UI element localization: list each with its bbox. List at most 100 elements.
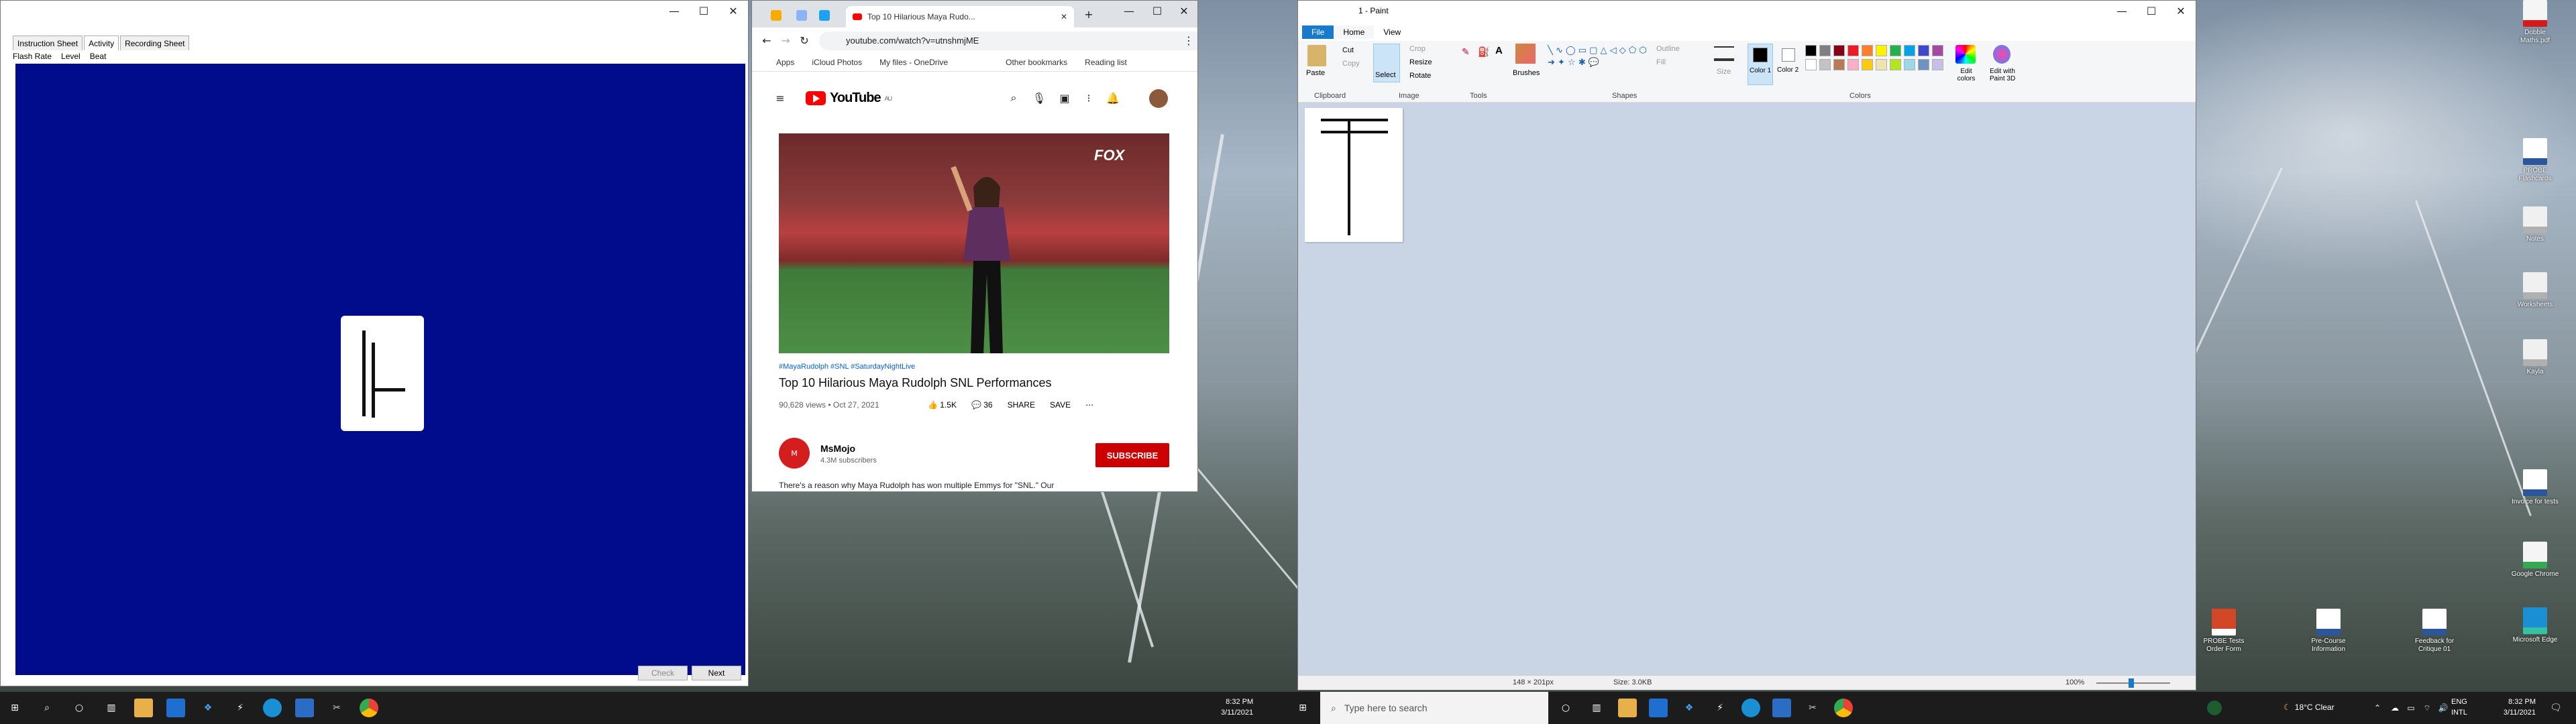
tab-activity[interactable]: Activity (84, 36, 119, 50)
menu-beat[interactable]: Beat (90, 52, 107, 61)
fill-bucket-icon[interactable]: ⛽ (1478, 46, 1489, 58)
tab-home[interactable]: Home (1334, 25, 1375, 39)
channel-avatar[interactable]: M (779, 438, 810, 469)
color-swatch[interactable] (1876, 45, 1887, 56)
video-player[interactable]: FOX (779, 133, 1169, 353)
desktop-icon[interactable]: Kayla (2509, 339, 2561, 376)
cut-button[interactable]: Cut (1342, 46, 1354, 54)
maximize-icon[interactable]: ☐ (1142, 1, 1172, 21)
copy-button[interactable]: Copy (1342, 60, 1360, 68)
brushes-button[interactable]: Brushes (1513, 69, 1540, 77)
avatar[interactable] (1149, 89, 1168, 108)
dropbox-icon[interactable]: ❖ (199, 699, 217, 717)
youtube-logo[interactable]: YouTube AU (806, 90, 892, 106)
share-button[interactable]: SHARE (1008, 400, 1035, 410)
menu-level[interactable]: Level (61, 52, 80, 61)
desktop-icon[interactable]: Feedback for Critique 01 (2408, 609, 2461, 654)
resize-button[interactable]: Resize (1409, 58, 1432, 66)
taskbar-search[interactable]: ⌕ Type here to search (1320, 692, 1548, 724)
clock-right[interactable]: 8:32 PM 3/11/2021 (2482, 697, 2536, 718)
mail-icon[interactable] (1649, 699, 1668, 717)
zoom-slider[interactable] (2096, 678, 2170, 688)
close-tab-icon[interactable]: ✕ (1061, 12, 1067, 21)
desktop-icon[interactable]: Google Chrome (2509, 542, 2561, 579)
tab-recording-sheet[interactable]: Recording Sheet (120, 36, 190, 50)
chrome-icon[interactable] (1834, 699, 1853, 717)
check-button[interactable]: Check (638, 666, 688, 680)
clock-left[interactable]: 8:32 PM 3/11/2021 (1221, 697, 1253, 718)
snipping-icon[interactable]: ✂ (327, 699, 346, 717)
shapes-gallery[interactable]: ╲ ∿ ◯ ▭ ▢ △ ◁ ◇ ⬠ ⬡ ➜ ✦ ☆ ✱ 💬 (1548, 45, 1655, 82)
color-swatch[interactable] (1847, 45, 1859, 56)
color-swatch[interactable] (1932, 59, 1943, 70)
paint3d-icon[interactable] (1993, 45, 2010, 64)
zoom-slider-thumb[interactable] (2129, 678, 2134, 688)
desktop-icon[interactable]: PROBE Tests Order Form (2198, 609, 2250, 654)
notifications-icon[interactable]: 🗨 (2546, 699, 2565, 717)
color-swatch[interactable] (1904, 45, 1915, 56)
edge-icon[interactable] (263, 699, 282, 717)
color-swatch[interactable] (1876, 59, 1887, 70)
minimize-icon[interactable]: — (659, 1, 689, 21)
bookmark-onedrive[interactable]: My files - OneDrive (879, 58, 948, 67)
outline-dropdown[interactable]: Outline (1656, 45, 1680, 53)
cortana-icon[interactable]: ○ (1556, 699, 1575, 717)
snipping-icon[interactable]: ✂ (1803, 699, 1822, 717)
rotate-button[interactable]: Rotate (1409, 72, 1431, 80)
start-icon-2[interactable]: ⊞ (1293, 699, 1312, 717)
color-swatch[interactable] (1805, 59, 1817, 70)
new-tab-icon[interactable]: + (1081, 6, 1097, 22)
file-explorer-icon[interactable] (1618, 699, 1637, 717)
color-swatch[interactable] (1833, 59, 1845, 70)
size-icon[interactable] (1714, 46, 1734, 61)
weather-widget[interactable]: ☾ 18°C Clear (2284, 703, 2334, 712)
desktop-icon[interactable]: Worksheets (2509, 272, 2561, 309)
desktop-icon[interactable]: Pre-Course Information (2302, 609, 2355, 654)
tab-favicon-icon[interactable] (796, 10, 807, 21)
text-tool-icon[interactable]: A (1495, 45, 1503, 56)
show-hidden-icon[interactable]: ⌃ (2368, 699, 2387, 717)
paint-canvas[interactable] (1305, 108, 1403, 242)
address-bar[interactable]: youtube.com/watch?v=utnshmjME (819, 32, 1197, 50)
tab-file[interactable]: File (1302, 25, 1334, 39)
color-swatch[interactable] (1904, 59, 1915, 70)
bookmark-other[interactable]: Other bookmarks (1006, 58, 1067, 67)
maximize-icon[interactable]: ☐ (689, 1, 718, 21)
tab-instruction-sheet[interactable]: Instruction Sheet (13, 36, 83, 50)
brushes-icon[interactable] (1515, 44, 1536, 64)
bookmark-icloud-photos[interactable]: iCloud Photos (812, 58, 862, 67)
dropbox-icon[interactable]: ❖ (1680, 699, 1699, 717)
desktop-icon[interactable]: Dobble Maths.pdf (2509, 0, 2561, 45)
channel-name[interactable]: MsMojo (820, 443, 855, 454)
color-swatch[interactable] (1918, 59, 1929, 70)
desktop-icon[interactable]: PROBE Flashcards (2509, 138, 2561, 183)
desktop-icon[interactable]: Notes (2509, 206, 2561, 243)
bookmark-apps[interactable]: Apps (776, 58, 794, 67)
tab-youtube[interactable]: Top 10 Hilarious Maya Rudo... ✕ (846, 6, 1074, 27)
paint3d-button[interactable]: Edit with Paint 3D (1982, 68, 2023, 82)
color-swatch[interactable] (1819, 45, 1831, 56)
maximize-icon[interactable]: ☐ (2137, 1, 2166, 21)
extension-icon[interactable] (771, 10, 782, 21)
color-swatch[interactable] (1932, 45, 1943, 56)
save-button[interactable]: SAVE (1050, 400, 1071, 410)
fill-dropdown[interactable]: Fill (1656, 58, 1666, 66)
chrome-icon[interactable] (360, 699, 378, 717)
close-icon[interactable]: ✕ (718, 1, 748, 21)
desktop-icon[interactable]: Invoice for tests (2509, 469, 2561, 506)
close-icon[interactable]: ✕ (2166, 1, 2196, 21)
color-swatch[interactable] (1862, 45, 1873, 56)
select-button[interactable]: Select (1373, 44, 1400, 82)
people-icon[interactable] (2207, 701, 2222, 715)
bell-icon[interactable]: 🔔 (1098, 88, 1128, 108)
color-swatch[interactable] (1862, 59, 1873, 70)
desktop-icon[interactable]: Microsoft Edge (2509, 607, 2561, 644)
pencil-icon[interactable]: ✎ (1462, 46, 1470, 58)
color-swatch[interactable] (1847, 59, 1859, 70)
paint-taskbar-icon[interactable] (295, 699, 314, 717)
color-swatch[interactable] (1805, 45, 1817, 56)
paste-button[interactable]: Paste (1306, 69, 1325, 77)
color-swatch[interactable] (1918, 45, 1929, 56)
color-swatch[interactable] (1833, 45, 1845, 56)
video-tags[interactable]: #MayaRudolph #SNL #SaturdayNightLive (779, 363, 915, 371)
